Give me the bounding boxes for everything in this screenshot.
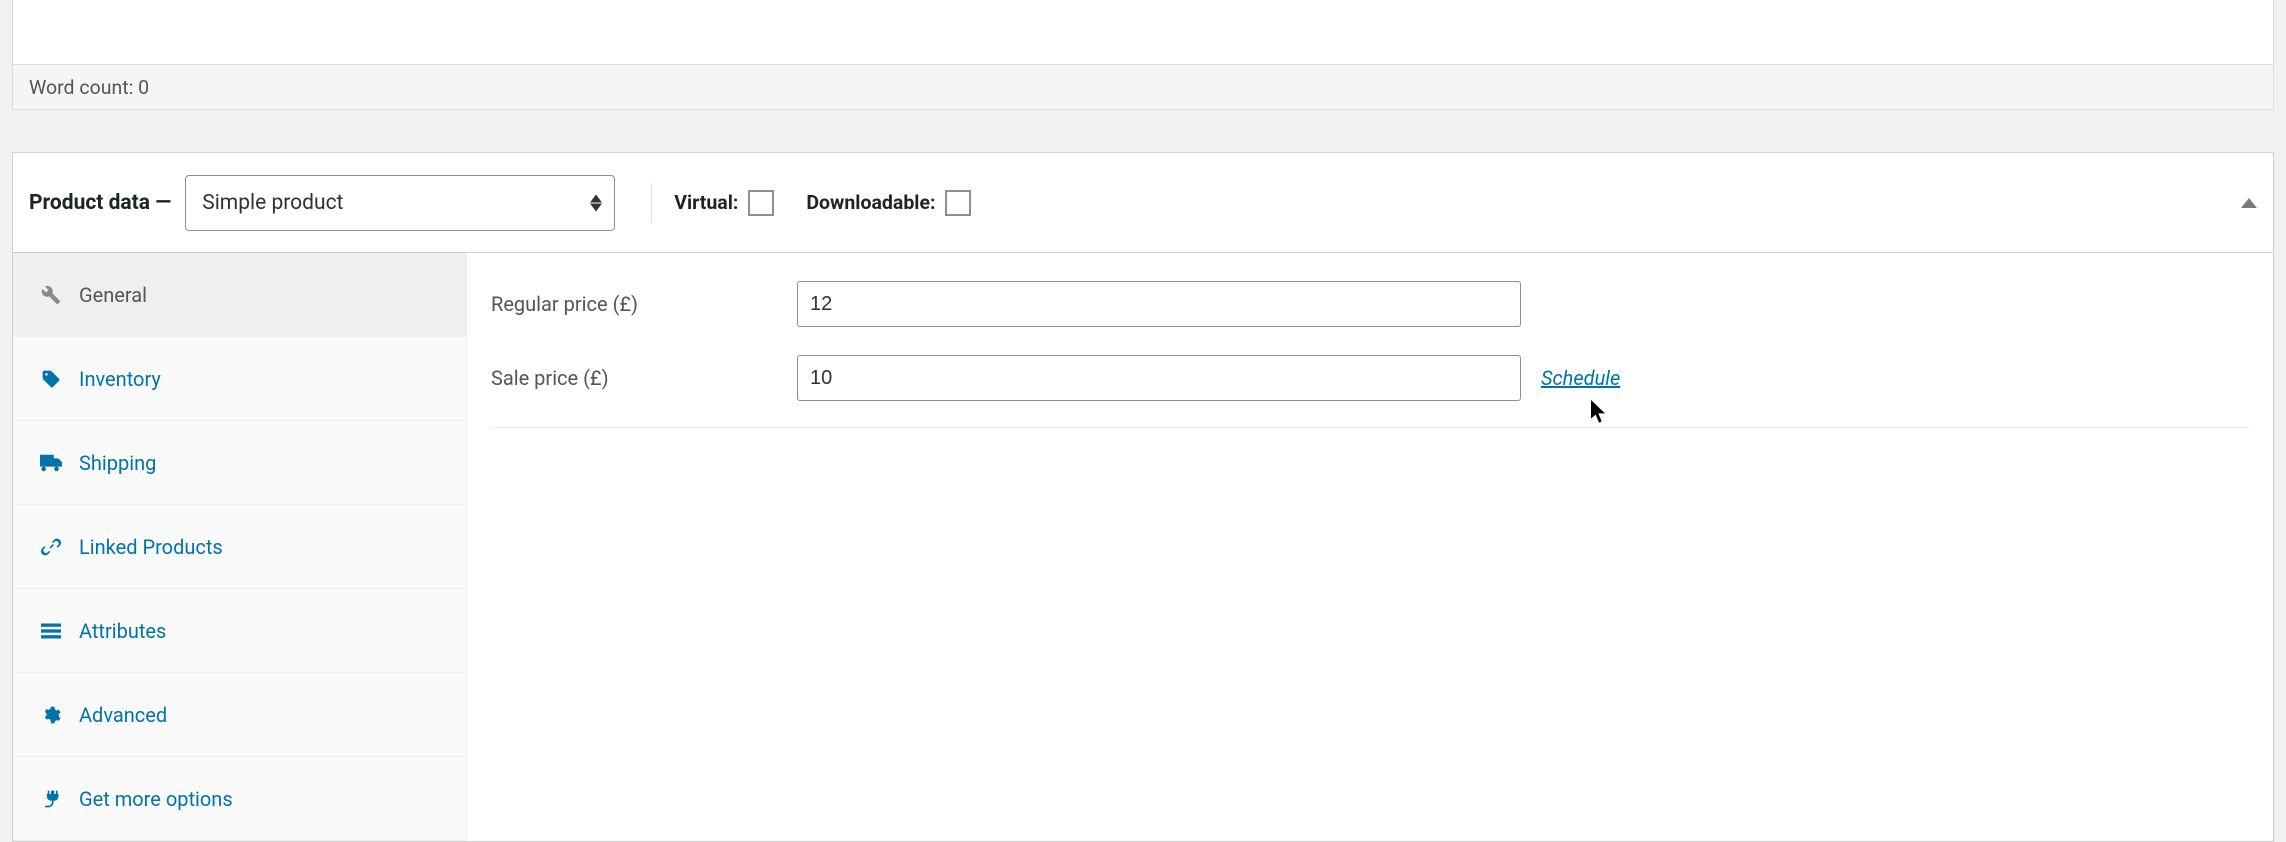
product-data-metabox: Product data — Simple product Virtual: D…	[12, 152, 2274, 842]
header-separator	[651, 183, 652, 223]
general-panel: Regular price (£) Sale price (£) Schedul…	[467, 253, 2273, 841]
panel-divider	[491, 427, 2249, 428]
sale-price-row: Sale price (£) Schedule	[491, 341, 2249, 415]
tab-advanced[interactable]: Advanced	[13, 673, 466, 757]
tag-icon	[39, 369, 63, 389]
product-data-body: General Inventory Shipping	[13, 253, 2273, 841]
product-data-title: Product data —	[29, 191, 171, 215]
tab-label: Get more options	[79, 787, 233, 811]
tab-label: Linked Products	[79, 535, 223, 559]
editor-content-area[interactable]	[12, 0, 2274, 65]
editor-statusbar: Word count: 0	[12, 65, 2274, 110]
word-count-label: Word count: 0	[29, 76, 149, 99]
wrench-icon	[39, 285, 63, 305]
tab-label: General	[79, 283, 147, 307]
virtual-checkbox[interactable]	[748, 190, 774, 216]
plug-icon	[39, 789, 63, 809]
product-data-tabs: General Inventory Shipping	[13, 253, 467, 841]
gear-icon	[39, 705, 63, 725]
link-icon	[39, 537, 63, 557]
product-type-select-value: Simple product	[202, 191, 343, 215]
tab-shipping[interactable]: Shipping	[13, 421, 466, 505]
product-data-header: Product data — Simple product Virtual: D…	[13, 153, 2273, 253]
tab-get-more-options[interactable]: Get more options	[13, 757, 466, 841]
downloadable-label: Downloadable:	[806, 191, 935, 214]
regular-price-row: Regular price (£)	[491, 267, 2249, 341]
triangle-up-icon	[2241, 197, 2257, 209]
sale-price-label: Sale price (£)	[491, 366, 797, 390]
regular-price-label: Regular price (£)	[491, 292, 797, 316]
virtual-label: Virtual:	[674, 191, 738, 214]
truck-icon	[39, 453, 63, 473]
product-type-select[interactable]: Simple product	[185, 175, 615, 231]
tab-attributes[interactable]: Attributes	[13, 589, 466, 673]
downloadable-checkbox[interactable]	[945, 190, 971, 216]
metabox-toggle-button[interactable]	[2235, 189, 2263, 217]
tab-label: Shipping	[79, 451, 156, 475]
virtual-checkbox-group: Virtual:	[674, 190, 774, 216]
select-arrows-icon	[590, 194, 602, 212]
tab-label: Inventory	[79, 367, 161, 391]
regular-price-input[interactable]	[797, 281, 1521, 327]
tab-label: Advanced	[79, 703, 167, 727]
schedule-link[interactable]: Schedule	[1541, 366, 1620, 390]
tab-general[interactable]: General	[13, 253, 466, 337]
list-icon	[39, 622, 63, 640]
tab-linked-products[interactable]: Linked Products	[13, 505, 466, 589]
tab-label: Attributes	[79, 619, 166, 643]
sale-price-input[interactable]	[797, 355, 1521, 401]
tab-inventory[interactable]: Inventory	[13, 337, 466, 421]
downloadable-checkbox-group: Downloadable:	[806, 190, 971, 216]
